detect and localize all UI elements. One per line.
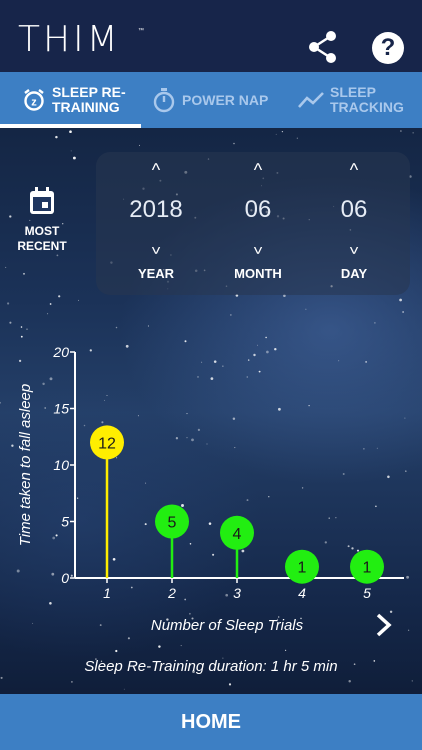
- year-increment-icon[interactable]: ^: [106, 160, 206, 181]
- star-dot: [115, 649, 118, 653]
- star-dot: [411, 680, 413, 682]
- chevron-right-icon[interactable]: [372, 612, 396, 638]
- tab-sleep-retraining-label: SLEEP RE-TRAINING: [52, 84, 126, 115]
- home-button[interactable]: HOME: [0, 694, 422, 750]
- data-label: 5: [168, 515, 177, 532]
- star-dot: [228, 683, 232, 686]
- tab-power-nap-label: POWER NAP: [182, 91, 269, 108]
- help-icon[interactable]: ?: [372, 32, 404, 64]
- star-dot: [296, 137, 298, 139]
- day-value: 06: [340, 196, 368, 223]
- star-dot: [0, 676, 3, 679]
- x-tick-label: 5: [363, 585, 371, 601]
- sleep-trials-chart: 051015201 2 3 4 5Time taken to fall asleepNu…: [17, 344, 404, 634]
- app-logo: THIM: [18, 19, 121, 60]
- training-duration-text: Sleep Re-Training duration: 1 hr 5 min: [84, 658, 338, 675]
- tab-sleep-retraining[interactable]: z SLEEP RE-TRAINING: [22, 72, 140, 128]
- star-dot: [305, 308, 307, 310]
- star-dot: [72, 156, 76, 160]
- y-tick-label: 15: [53, 401, 69, 417]
- star-dot: [115, 326, 118, 329]
- star-dot: [55, 135, 58, 139]
- star-dot: [49, 303, 52, 305]
- year-column: ^ 2018 ^ YEAR: [106, 152, 206, 295]
- star-dot: [281, 130, 284, 133]
- star-dot: [230, 314, 232, 316]
- y-axis-label: Time taken to fall asleep: [17, 384, 34, 546]
- month-value: 06: [244, 196, 272, 223]
- month-increment-icon[interactable]: ^: [208, 160, 308, 181]
- star-dot: [123, 688, 125, 690]
- star-dot: [139, 144, 140, 146]
- data-label: 12: [98, 435, 116, 452]
- data-label: 1: [363, 560, 372, 577]
- tab-sleep-tracking[interactable]: SLEEP TRACKING: [298, 72, 416, 128]
- active-tab-indicator: [0, 124, 141, 128]
- share-icon[interactable]: [306, 30, 340, 64]
- star-dot: [20, 326, 23, 328]
- x-tick-label: 4: [298, 585, 306, 601]
- star-dot: [233, 142, 235, 145]
- stopwatch-icon: [153, 88, 175, 113]
- date-picker: ^ 2018 ^ YEAR ^ 06 ^ MONTH ^ 06 ^ DAY: [96, 152, 410, 295]
- star-dot: [400, 130, 402, 132]
- star-dot: [348, 680, 351, 683]
- star-dot: [70, 150, 72, 152]
- star-dot: [69, 130, 72, 134]
- year-label: YEAR: [137, 266, 175, 281]
- y-tick-label: 20: [52, 344, 69, 360]
- tab-power-nap[interactable]: POWER NAP: [152, 72, 276, 128]
- y-tick-label: 10: [53, 457, 69, 473]
- star-dot: [399, 298, 402, 302]
- data-label: 1: [298, 560, 307, 577]
- star-dot: [58, 295, 61, 298]
- day-label: DAY: [340, 266, 368, 281]
- star-dot: [78, 299, 80, 301]
- star-dot: [374, 322, 376, 324]
- tab-bar: z SLEEP RE-TRAINING POWER NAP SLEEP TRAC…: [0, 72, 422, 128]
- month-column: ^ 06 ^ MONTH: [208, 152, 308, 295]
- y-tick-label: 5: [61, 514, 69, 530]
- x-tick-label: 1: [103, 585, 111, 601]
- star-dot: [56, 254, 59, 257]
- most-recent-button[interactable]: MOST RECENT: [12, 186, 72, 254]
- day-increment-icon[interactable]: ^: [304, 160, 404, 181]
- day-decrement-icon[interactable]: ^: [304, 236, 404, 257]
- star-dot: [5, 266, 7, 268]
- alarm-clock-icon: z: [24, 89, 44, 111]
- x-tick-label: 3: [233, 585, 241, 601]
- star-dot: [47, 313, 49, 315]
- x-axis-label: Number of Sleep Trials: [151, 617, 304, 634]
- month-decrement-icon[interactable]: ^: [208, 236, 308, 257]
- year-decrement-icon[interactable]: ^: [106, 236, 206, 257]
- star-dot: [412, 132, 414, 134]
- star-dot: [23, 272, 25, 275]
- year-value: 2018: [129, 196, 183, 223]
- top-bar: THIM ™ ?: [0, 0, 422, 72]
- day-column: ^ 06 ^ DAY: [304, 152, 404, 295]
- star-dot: [71, 681, 73, 683]
- most-recent-label: MOST RECENT: [17, 224, 67, 253]
- star-dot: [7, 302, 10, 305]
- star-dot: [9, 321, 12, 324]
- star-dot: [275, 133, 277, 135]
- tab-sleep-tracking-label: SLEEP TRACKING: [330, 84, 404, 115]
- x-tick-label: 2: [167, 585, 176, 601]
- trend-line-icon: [298, 92, 324, 108]
- trademark-mark: ™: [138, 28, 144, 34]
- y-tick-label: 0: [61, 570, 69, 586]
- month-label: MONTH: [234, 266, 282, 281]
- star-dot: [402, 311, 404, 313]
- svg-text:z: z: [31, 97, 37, 109]
- data-label: 4: [233, 526, 242, 543]
- calendar-icon: [30, 187, 54, 214]
- star-dot: [147, 325, 149, 327]
